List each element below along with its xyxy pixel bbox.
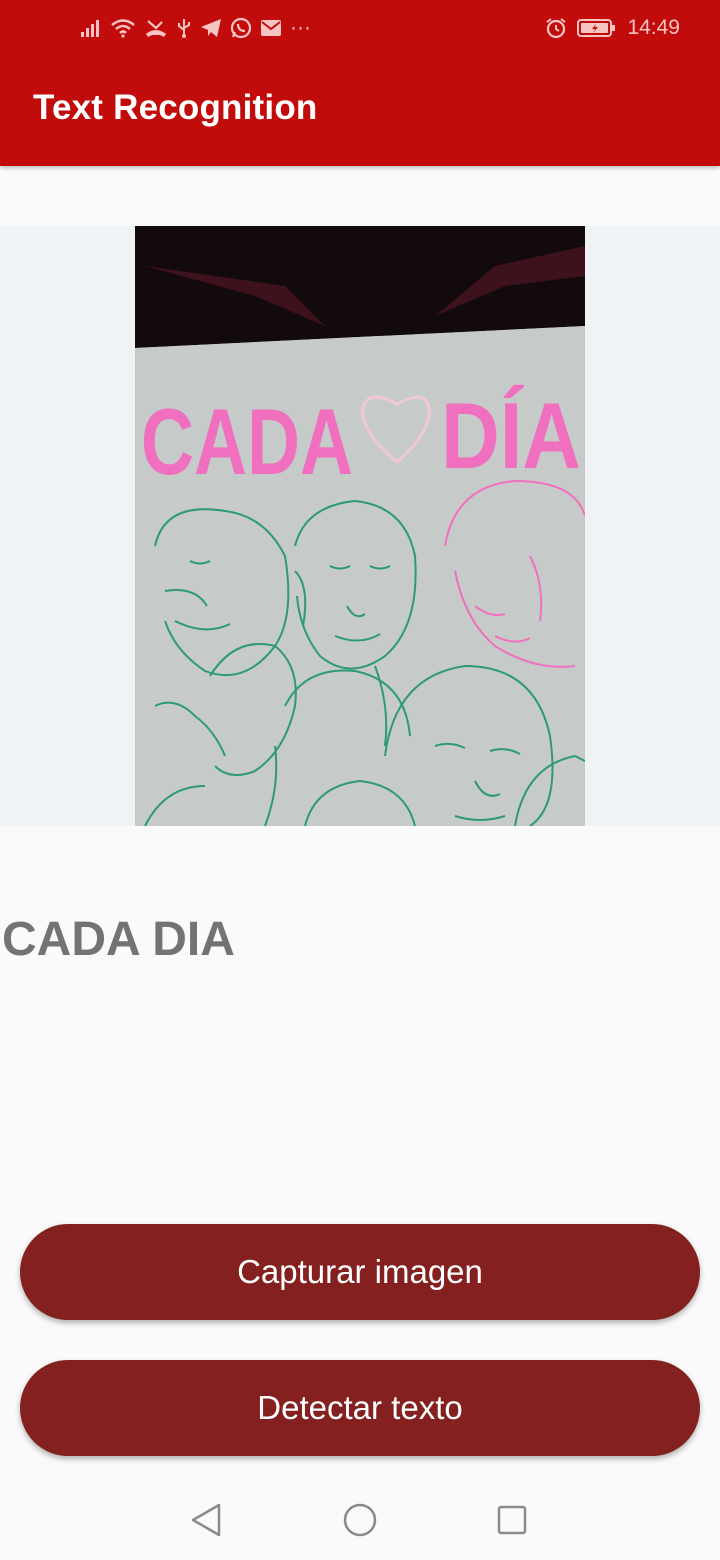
page-title: Text Recognition [33,88,318,127]
status-bar: ··· 14:49 [0,0,720,56]
status-time: 14:49 [627,16,680,39]
image-preview-frame: CADA DÍA [0,226,720,826]
recents-icon[interactable] [492,1500,532,1540]
home-icon[interactable] [340,1500,380,1540]
app-screen: ··· 14:49 Text Recognition CADA DÍA CADA… [0,0,720,1560]
app-toolbar: Text Recognition [0,56,720,166]
wifi-icon [110,18,136,38]
alarm-icon [545,17,567,39]
whatsapp-icon [230,17,252,39]
missed-call-icon [144,18,168,38]
mail-icon [260,19,282,37]
signal-icon [80,18,102,38]
recognized-text: CADA DIA [2,913,235,966]
status-system: 14:49 [545,16,680,40]
navigation-bar [0,1476,720,1560]
more-dots-icon: ··· [290,16,311,39]
status-notifications: ··· [80,16,311,40]
back-icon[interactable] [186,1500,226,1540]
capture-image-button[interactable]: Capturar imagen [20,1224,700,1320]
detect-text-button[interactable]: Detectar texto [20,1360,700,1456]
usb-icon [176,17,192,39]
photo-word-cada: CADA [141,389,353,494]
battery-charging-icon [577,18,617,38]
captured-photo: CADA DÍA [135,226,585,826]
photo-word-dia: DÍA [441,383,581,488]
telegram-icon [200,18,222,38]
